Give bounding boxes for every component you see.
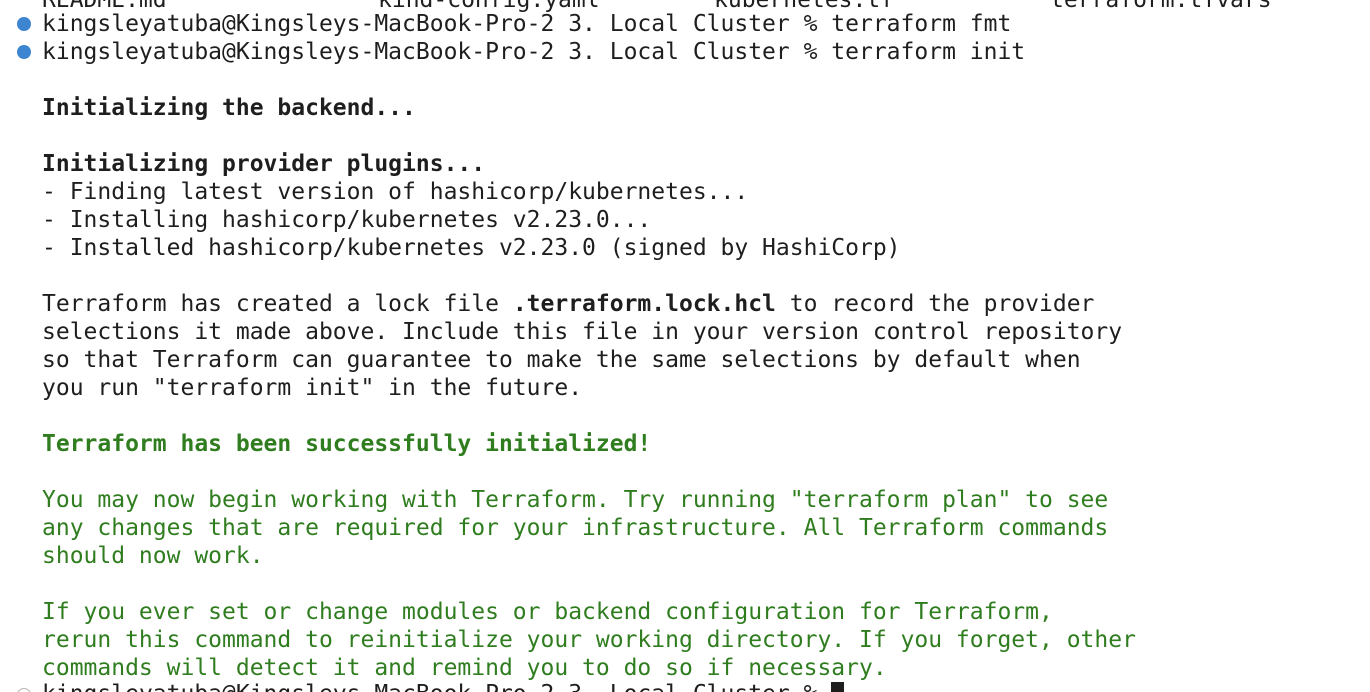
output-rerun-line3: commands will detect it and remind you t… xyxy=(42,655,887,681)
current-prompt-line[interactable]: kingsleyatuba@Kingsleys-MacBook-Pro-2 3.… xyxy=(42,680,845,692)
terminal-window[interactable]: README.md kind-config.yaml kubernetes.tf… xyxy=(0,0,1370,692)
command-status-dot[interactable] xyxy=(17,17,31,31)
output-lock-line1: Terraform has created a lock file .terra… xyxy=(42,290,1094,318)
output-lock-line3: so that Terraform can guarantee to make … xyxy=(42,347,1081,373)
output-working-line3: should now work. xyxy=(42,543,264,569)
output-installing: - Installing hashicorp/kubernetes v2.23.… xyxy=(42,207,652,233)
lock-text: Terraform has created a lock file xyxy=(42,291,513,317)
output-success: Terraform has been successfully initiali… xyxy=(42,431,652,457)
output-working-line1: You may now begin working with Terraform… xyxy=(42,487,1109,513)
lock-text: to record the provider xyxy=(775,291,1095,317)
command-text: terraform fmt xyxy=(831,11,1012,37)
output-working-line2: any changes that are required for your i… xyxy=(42,515,1109,541)
output-rerun-line2: rerun this command to reinitialize your … xyxy=(42,627,1136,653)
text-cursor xyxy=(831,682,845,692)
file-entry: terraform.tfvars xyxy=(1050,0,1272,13)
output-backend: Initializing the backend... xyxy=(42,95,416,121)
output-lock-line2: selections it made above. Include this f… xyxy=(42,319,1123,345)
output-finding: - Finding latest version of hashicorp/ku… xyxy=(42,179,749,205)
command-status-dot[interactable] xyxy=(17,45,31,59)
shell-prompt: kingsleyatuba@Kingsleys-MacBook-Pro-2 3.… xyxy=(42,11,832,37)
command-status-dot[interactable] xyxy=(17,688,31,692)
command-text: terraform init xyxy=(831,39,1026,65)
command-line-init: kingsleyatuba@Kingsleys-MacBook-Pro-2 3.… xyxy=(42,38,1025,66)
shell-prompt: kingsleyatuba@Kingsleys-MacBook-Pro-2 3.… xyxy=(42,681,831,692)
output-rerun-line1: If you ever set or change modules or bac… xyxy=(42,599,1053,625)
shell-prompt: kingsleyatuba@Kingsleys-MacBook-Pro-2 3.… xyxy=(42,39,832,65)
output-installed: - Installed hashicorp/kubernetes v2.23.0… xyxy=(42,235,901,261)
output-providers-heading: Initializing provider plugins... xyxy=(42,151,486,177)
output-lock-line4: you run "terraform init" in the future. xyxy=(42,375,583,401)
command-line-fmt: kingsleyatuba@Kingsleys-MacBook-Pro-2 3.… xyxy=(42,10,1011,38)
lock-file-name: .terraform.lock.hcl xyxy=(512,291,776,317)
